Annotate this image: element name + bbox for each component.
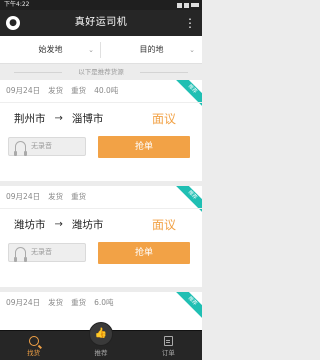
recommended-ribbon: 推荐 [171,292,202,322]
audio-label: 无录音 [31,248,52,256]
price-negotiable: 面议 [151,218,176,232]
audio-label: 无录音 [31,142,52,150]
route-from: 荆州市 [14,113,46,125]
tab-find-cargo[interactable]: 找货 [0,331,67,360]
cargo-date: 09月24日 [6,298,41,307]
cargo-meta: 09月24日 发货 重货 40.0吨 [6,80,118,102]
audio-button[interactable]: 无录音 [8,243,86,262]
cargo-card[interactable]: 09月24日 发货 重货 推荐 潍坊市 → 潍坊市 面议 无录音 抢单 [0,186,202,287]
system-icons [177,2,199,8]
cargo-card[interactable]: 09月24日 发货 重货 40.0吨 推荐 荆州市 → 淄博市 面议 无录音 抢… [0,80,202,181]
destination-dropdown[interactable]: 目的地 ⌄ [101,36,202,64]
app-header: ● 真好运司机 ⋮ [0,10,202,36]
battery-icon [191,3,199,7]
cargo-type: 重货 [71,192,87,201]
cargo-type: 重货 [71,86,87,95]
cargo-weight: 40.0吨 [94,86,119,95]
status-time: 下午4:22 [4,1,30,8]
tab-label: 推荐 [94,349,108,357]
status-bar: 下午4:22 [0,0,202,10]
route-from: 潍坊市 [14,219,46,231]
recommended-ribbon: 推荐 [171,80,202,110]
tab-orders[interactable]: 订单 [135,331,202,360]
search-icon [28,336,39,346]
tab-label: 找货 [27,349,41,357]
route-filter-bar: 始发地 ⌄ 目的地 ⌄ [0,36,202,64]
cargo-date: 09月24日 [6,86,41,95]
grab-order-button[interactable]: 抢单 [98,242,190,264]
cargo-meta: 09月24日 发货 重货 [6,186,94,208]
recommended-ribbon: 推荐 [171,186,202,216]
cargo-status: 发货 [48,86,64,95]
cargo-meta: 09月24日 发货 重货 6.0吨 [6,292,114,314]
more-menu-icon[interactable]: ⋮ [184,10,196,36]
headphones-icon [14,247,27,262]
price-negotiable: 面议 [151,112,176,126]
origin-label: 始发地 [38,45,63,54]
signal-icon [177,2,182,8]
cargo-weight: 6.0吨 [94,298,114,307]
tab-recommend[interactable]: 推荐 [67,322,134,360]
cargo-status: 发货 [48,298,64,307]
audio-button[interactable]: 无录音 [8,137,86,156]
bottom-tab-bar: 找货 推荐 订单 [0,322,202,360]
cargo-type: 重货 [71,298,87,307]
page-title: 真好运司机 [74,17,128,28]
route: 潍坊市 → 潍坊市 [14,209,103,241]
route-arrow-icon: → [54,113,63,124]
route: 荆州市 → 淄博市 [14,103,103,135]
chevron-down-icon: ⌄ [189,46,195,54]
route-to: 潍坊市 [71,219,104,231]
route-arrow-icon: → [54,219,63,230]
tab-label: 订单 [161,349,175,357]
origin-dropdown[interactable]: 始发地 ⌄ [0,36,101,64]
cargo-status: 发货 [48,192,64,201]
destination-label: 目的地 [139,45,164,54]
recommended-divider: 以下是推荐货源 [0,64,202,80]
chevron-down-icon: ⌄ [88,46,94,54]
grab-order-button[interactable]: 抢单 [98,136,190,158]
headphones-icon [14,141,27,156]
thumbs-up-icon [88,322,113,346]
wifi-icon [184,2,189,8]
route-to: 淄博市 [71,113,104,125]
cargo-date: 09月24日 [6,192,41,201]
order-icon [163,336,173,346]
